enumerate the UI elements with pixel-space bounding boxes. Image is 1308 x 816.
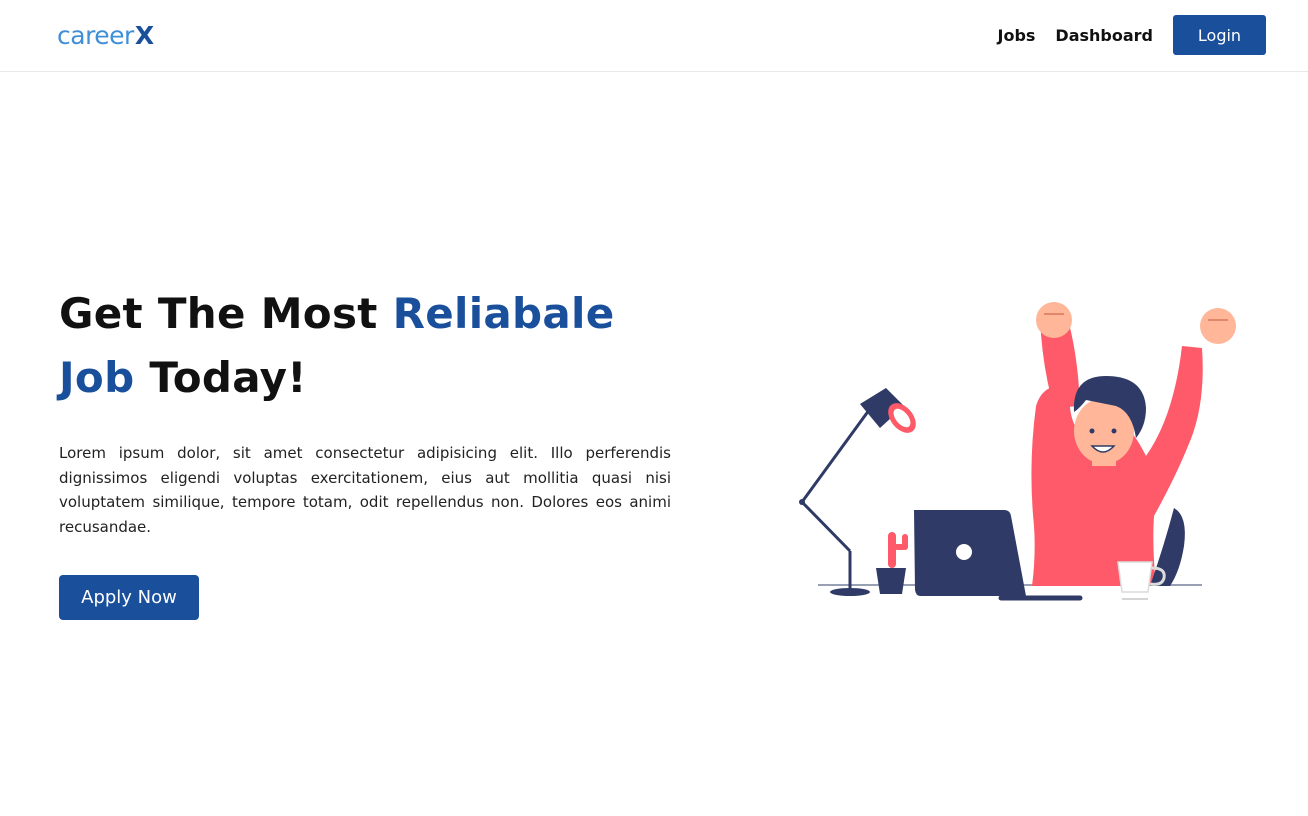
hero-title: Get The Most Reliabale Job Today! (59, 282, 679, 410)
logo-text: career (57, 20, 134, 50)
hero-title-highlight1: Reliabale (392, 289, 615, 338)
hero-title-highlight2: Job (59, 353, 135, 402)
laptop-logo (956, 544, 972, 560)
chair (1150, 508, 1185, 586)
celebrating-person-illustration (799, 302, 1236, 601)
cactus (888, 532, 896, 568)
coffee-cup (1117, 561, 1153, 593)
hero-description: Lorem ipsum dolor, sit amet consectetur … (59, 444, 671, 536)
hero-title-part1: Get The Most (59, 289, 393, 338)
login-button[interactable]: Login (1173, 15, 1266, 55)
right-fist (1200, 308, 1236, 344)
left-fist (1036, 302, 1072, 338)
plant-pot (876, 568, 906, 594)
nav-links: Jobs Dashboard Login (998, 15, 1266, 55)
apply-now-button[interactable]: Apply Now (59, 575, 199, 620)
logo[interactable]: career X (57, 20, 154, 50)
hero-title-part2: Today! (134, 353, 307, 402)
logo-mark: X (134, 20, 154, 50)
navbar: career X Jobs Dashboard Login (0, 0, 1308, 72)
nav-link-jobs[interactable]: Jobs (998, 26, 1036, 45)
nav-link-dashboard[interactable]: Dashboard (1055, 26, 1153, 45)
